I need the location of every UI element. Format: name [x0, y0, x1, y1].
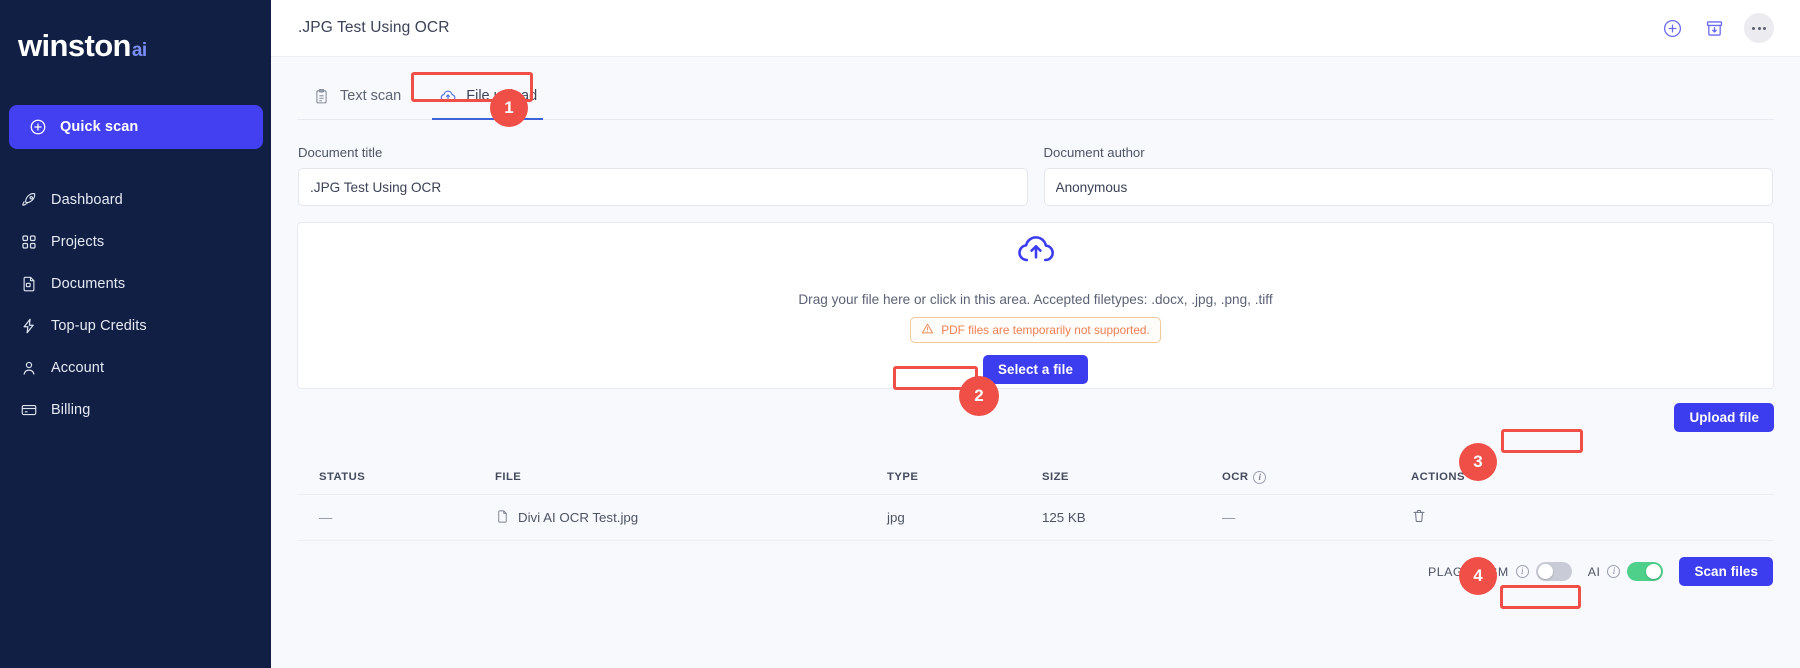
select-file-wrapper: Select a file — [983, 355, 1088, 384]
annotation-box-3 — [1501, 429, 1583, 453]
clipboard-icon — [312, 87, 331, 106]
cloud-upload-icon — [1014, 227, 1058, 276]
brand-name: winston — [18, 28, 131, 64]
table-header-row: STATUS FILE TYPE SIZE OCR i ACTIONS — [297, 460, 1774, 494]
content-area: Text scan File upload Document title — [271, 57, 1800, 668]
document-icon — [19, 275, 38, 294]
credit-card-icon — [19, 401, 38, 420]
cell-size: 125 KB — [1042, 510, 1222, 525]
quick-scan-label: Quick scan — [60, 119, 138, 135]
upload-file-button[interactable]: Upload file — [1674, 403, 1774, 432]
sidebar-item-projects[interactable]: Projects — [0, 221, 271, 263]
cloud-upload-icon — [438, 87, 457, 106]
sidebar-item-topup-credits[interactable]: Top-up Credits — [0, 305, 271, 347]
column-header-file: FILE — [487, 471, 887, 483]
plus-circle-icon — [28, 118, 47, 137]
cell-file: Divi AI OCR Test.jpg — [487, 509, 887, 527]
sidebar-nav: Dashboard Projects Doc — [0, 179, 271, 431]
file-icon — [495, 509, 510, 527]
info-icon[interactable]: i — [1607, 565, 1620, 578]
quick-scan-button[interactable]: Quick scan — [9, 105, 263, 149]
scan-files-button[interactable]: Scan files — [1679, 557, 1773, 586]
tab-file-upload[interactable]: File upload — [432, 73, 543, 119]
document-meta-form: Document title Document author — [297, 145, 1774, 206]
tab-text-scan[interactable]: Text scan — [306, 73, 407, 119]
add-circle-icon[interactable] — [1660, 16, 1684, 40]
info-icon[interactable]: i — [1253, 471, 1266, 484]
plagiarism-label: PLAGIARISM — [1428, 565, 1509, 579]
sidebar: winstonai Quick scan Dashboard — [0, 0, 271, 668]
sidebar-item-label: Documents — [51, 276, 125, 292]
ai-toggle[interactable] — [1627, 562, 1663, 581]
column-header-status: STATUS — [297, 471, 487, 483]
column-header-ocr-label: OCR — [1222, 471, 1248, 483]
rocket-icon — [19, 191, 38, 210]
column-header-ocr: OCR i — [1222, 471, 1407, 484]
brand-logo[interactable]: winstonai — [0, 18, 271, 64]
plagiarism-control: PLAGIARISM i — [1428, 562, 1572, 581]
cell-file-name: Divi AI OCR Test.jpg — [518, 510, 638, 525]
more-options-icon[interactable] — [1744, 13, 1774, 43]
tab-bar: Text scan File upload — [297, 73, 1774, 120]
column-header-type: TYPE — [887, 471, 1042, 483]
ai-control: AI i — [1588, 562, 1664, 581]
document-title-label: Document title — [298, 145, 1028, 160]
user-icon — [19, 359, 38, 378]
warning-triangle-icon — [921, 322, 934, 338]
info-icon[interactable]: i — [1516, 565, 1529, 578]
sidebar-item-label: Top-up Credits — [51, 318, 147, 334]
topbar-actions — [1660, 13, 1774, 43]
column-header-size: SIZE — [1042, 471, 1222, 483]
main-area: .JPG Test Using OCR — [271, 0, 1800, 668]
dropzone-instruction: Drag your file here or click in this are… — [798, 292, 1272, 307]
cell-ocr: — — [1222, 510, 1407, 525]
cell-status: — — [297, 510, 487, 525]
brand-suffix: ai — [132, 40, 147, 62]
document-title-input[interactable] — [298, 168, 1028, 206]
sidebar-item-label: Billing — [51, 402, 90, 418]
ai-label: AI — [1588, 565, 1601, 579]
pdf-warning-badge: PDF files are temporarily not supported. — [910, 317, 1161, 343]
annotation-box-4 — [1500, 585, 1581, 609]
cell-actions — [1407, 508, 1774, 527]
tab-label: Text scan — [340, 88, 401, 104]
trash-icon[interactable] — [1411, 508, 1427, 527]
table-row: — Divi AI OCR Test.jpg jpg 125 KB — — [297, 494, 1774, 541]
pdf-warning-text: PDF files are temporarily not supported. — [941, 323, 1150, 337]
plagiarism-toggle[interactable] — [1536, 562, 1572, 581]
uploaded-files-table: STATUS FILE TYPE SIZE OCR i ACTIONS — — [297, 460, 1774, 541]
sidebar-item-account[interactable]: Account — [0, 347, 271, 389]
app-root: winstonai Quick scan Dashboard — [0, 0, 1800, 668]
cell-type: jpg — [887, 510, 1042, 525]
upload-file-row: Upload file — [297, 403, 1774, 432]
page-title: .JPG Test Using OCR — [298, 19, 450, 37]
sidebar-item-billing[interactable]: Billing — [0, 389, 271, 431]
file-dropzone[interactable]: Drag your file here or click in this are… — [297, 222, 1774, 389]
sidebar-item-documents[interactable]: Documents — [0, 263, 271, 305]
bolt-icon — [19, 317, 38, 336]
column-header-actions: ACTIONS — [1407, 471, 1774, 483]
sidebar-item-label: Projects — [51, 234, 104, 250]
topbar: .JPG Test Using OCR — [271, 0, 1800, 57]
document-author-input[interactable] — [1044, 168, 1774, 206]
sidebar-item-dashboard[interactable]: Dashboard — [0, 179, 271, 221]
document-title-field-group: Document title — [298, 145, 1028, 206]
sidebar-item-label: Dashboard — [51, 192, 123, 208]
archive-download-icon[interactable] — [1702, 16, 1726, 40]
select-a-file-button[interactable]: Select a file — [983, 355, 1088, 384]
scan-controls: PLAGIARISM i AI i Scan files — [297, 557, 1774, 586]
tab-label: File upload — [466, 88, 537, 104]
document-author-field-group: Document author — [1044, 145, 1774, 206]
sidebar-item-label: Account — [51, 360, 104, 376]
document-author-label: Document author — [1044, 145, 1774, 160]
grid-icon — [19, 233, 38, 252]
